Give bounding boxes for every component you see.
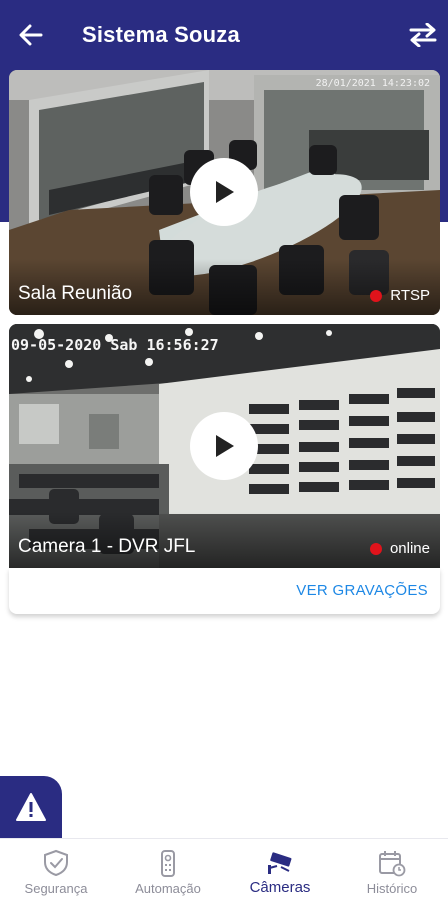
bottom-navigation: Segurança Automação Câmeras Histórico: [0, 838, 448, 900]
switch-system-button[interactable]: [408, 20, 438, 50]
page-title: Sistema Souza: [82, 22, 240, 47]
play-button[interactable]: [190, 412, 258, 480]
nav-item-historico[interactable]: Histórico: [336, 839, 448, 900]
camera-card-camera-1[interactable]: 09-05-2020 Sab 16:56:27 Camera 1 - DVR J…: [9, 324, 440, 568]
back-button[interactable]: [16, 21, 46, 49]
warning-icon: [16, 793, 46, 821]
camera-name: Sala Reunião: [18, 283, 133, 304]
camera-status-label: RTSP: [390, 287, 430, 304]
swap-arrows-icon: [409, 23, 437, 47]
camera-status: RTSP: [370, 287, 430, 304]
remote-control-icon: [161, 850, 175, 877]
view-recordings-link[interactable]: VER GRAVAÇÕES: [296, 582, 428, 599]
nav-label: Automação: [135, 881, 201, 896]
status-dot-icon: [369, 542, 382, 555]
arrow-left-icon: [19, 24, 43, 46]
nav-item-seguranca[interactable]: Segurança: [0, 839, 112, 900]
cctv-camera-icon: [268, 852, 292, 874]
camera-timestamp: 09-05-2020 Sab 16:56:27: [11, 336, 219, 354]
play-button[interactable]: [190, 158, 258, 226]
camera-name: Camera 1 - DVR JFL: [18, 536, 196, 557]
nav-item-cameras[interactable]: Câmeras: [224, 839, 336, 900]
camera-status: online: [369, 540, 430, 557]
play-icon: [216, 181, 234, 203]
camera-card-footer: VER GRAVAÇÕES: [9, 568, 440, 614]
play-icon: [216, 435, 234, 457]
nav-label: Segurança: [24, 881, 88, 896]
alert-button[interactable]: [0, 776, 62, 838]
app-screen: Sistema Souza 28/01/2021 14:23:02 Sala R…: [0, 0, 448, 900]
camera-card-sala-reuniao[interactable]: 28/01/2021 14:23:02 Sala Reunião RTSP: [9, 70, 440, 315]
nav-label: Câmeras: [249, 879, 311, 896]
camera-timestamp: 28/01/2021 14:23:02: [315, 78, 430, 89]
camera-status-label: online: [389, 540, 430, 557]
app-header: Sistema Souza: [0, 0, 448, 70]
nav-item-automacao[interactable]: Automação: [112, 839, 224, 900]
calendar-history-icon: [379, 851, 406, 877]
status-dot-icon: [370, 289, 383, 302]
nav-label: Histórico: [366, 881, 418, 896]
shield-check-icon: [44, 849, 68, 877]
